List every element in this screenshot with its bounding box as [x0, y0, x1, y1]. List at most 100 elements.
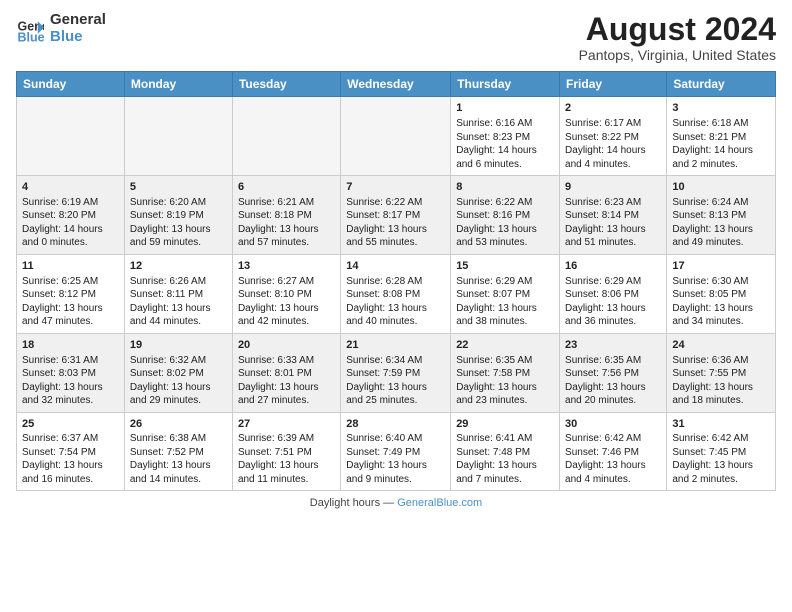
calendar-cell: 18Sunrise: 6:31 AMSunset: 8:03 PMDayligh… — [17, 333, 125, 412]
daylight-minutes-text: and 36 minutes. — [565, 315, 661, 329]
calendar-cell: 31Sunrise: 6:42 AMSunset: 7:45 PMDayligh… — [667, 412, 776, 491]
sunset-text: Sunset: 8:01 PM — [238, 367, 335, 381]
logo-blue: Blue — [50, 29, 106, 46]
calendar-cell: 28Sunrise: 6:40 AMSunset: 7:49 PMDayligh… — [341, 412, 451, 491]
sunset-text: Sunset: 8:12 PM — [22, 288, 119, 302]
calendar-week-row: 18Sunrise: 6:31 AMSunset: 8:03 PMDayligh… — [17, 333, 776, 412]
col-header-saturday: Saturday — [667, 72, 776, 97]
daylight-text: Daylight: 13 hours — [238, 381, 335, 395]
daylight-minutes-text: and 53 minutes. — [456, 236, 554, 250]
daylight-text: Daylight: 14 hours — [456, 144, 554, 158]
daylight-text: Daylight: 13 hours — [346, 459, 445, 473]
day-number: 23 — [565, 338, 661, 353]
sunset-text: Sunset: 8:19 PM — [130, 209, 227, 223]
calendar-week-row: 1Sunrise: 6:16 AMSunset: 8:23 PMDaylight… — [17, 97, 776, 176]
sunrise-text: Sunrise: 6:35 AM — [565, 354, 661, 368]
daylight-minutes-text: and 6 minutes. — [456, 158, 554, 172]
day-number: 11 — [22, 259, 119, 274]
sunset-text: Sunset: 8:07 PM — [456, 288, 554, 302]
logo-icon: General Blue — [16, 15, 44, 43]
daylight-text: Daylight: 13 hours — [238, 302, 335, 316]
day-number: 8 — [456, 180, 554, 195]
daylight-text: Daylight: 13 hours — [346, 223, 445, 237]
header: General Blue General Blue August 2024 Pa… — [16, 12, 776, 63]
sunset-text: Sunset: 8:02 PM — [130, 367, 227, 381]
daylight-text: Daylight: 13 hours — [456, 302, 554, 316]
day-number: 25 — [22, 417, 119, 432]
sunrise-text: Sunrise: 6:21 AM — [238, 196, 335, 210]
footer-link[interactable]: GeneralBlue.com — [397, 497, 482, 509]
daylight-text: Daylight: 13 hours — [130, 459, 227, 473]
footer: Daylight hours — GeneralBlue.com — [16, 497, 776, 509]
calendar-cell: 12Sunrise: 6:26 AMSunset: 8:11 PMDayligh… — [124, 254, 232, 333]
daylight-text: Daylight: 13 hours — [565, 459, 661, 473]
col-header-friday: Friday — [560, 72, 667, 97]
logo-general: General — [50, 12, 106, 29]
day-number: 15 — [456, 259, 554, 274]
daylight-text: Daylight: 14 hours — [22, 223, 119, 237]
sunrise-text: Sunrise: 6:16 AM — [456, 117, 554, 131]
sunrise-text: Sunrise: 6:39 AM — [238, 432, 335, 446]
day-number: 12 — [130, 259, 227, 274]
daylight-text: Daylight: 13 hours — [238, 459, 335, 473]
sunset-text: Sunset: 7:48 PM — [456, 446, 554, 460]
daylight-text: Daylight: 13 hours — [130, 223, 227, 237]
daylight-text: Daylight: 13 hours — [22, 302, 119, 316]
daylight-minutes-text: and 20 minutes. — [565, 394, 661, 408]
day-number: 28 — [346, 417, 445, 432]
daylight-minutes-text: and 32 minutes. — [22, 394, 119, 408]
sunrise-text: Sunrise: 6:22 AM — [456, 196, 554, 210]
daylight-minutes-text: and 42 minutes. — [238, 315, 335, 329]
daylight-minutes-text: and 51 minutes. — [565, 236, 661, 250]
day-number: 14 — [346, 259, 445, 274]
sunrise-text: Sunrise: 6:26 AM — [130, 275, 227, 289]
footer-text: Daylight hours — [310, 497, 380, 509]
calendar-cell: 10Sunrise: 6:24 AMSunset: 8:13 PMDayligh… — [667, 176, 776, 255]
calendar-cell: 5Sunrise: 6:20 AMSunset: 8:19 PMDaylight… — [124, 176, 232, 255]
daylight-minutes-text: and 4 minutes. — [565, 158, 661, 172]
sunrise-text: Sunrise: 6:27 AM — [238, 275, 335, 289]
day-number: 30 — [565, 417, 661, 432]
sunset-text: Sunset: 8:20 PM — [22, 209, 119, 223]
calendar-cell: 24Sunrise: 6:36 AMSunset: 7:55 PMDayligh… — [667, 333, 776, 412]
sunset-text: Sunset: 8:13 PM — [672, 209, 770, 223]
sunset-text: Sunset: 7:52 PM — [130, 446, 227, 460]
daylight-text: Daylight: 13 hours — [456, 381, 554, 395]
sunset-text: Sunset: 7:49 PM — [346, 446, 445, 460]
page-container: General Blue General Blue August 2024 Pa… — [0, 0, 792, 517]
calendar-cell: 2Sunrise: 6:17 AMSunset: 8:22 PMDaylight… — [560, 97, 667, 176]
calendar-cell — [124, 97, 232, 176]
daylight-minutes-text: and 18 minutes. — [672, 394, 770, 408]
daylight-minutes-text: and 4 minutes. — [565, 473, 661, 487]
day-number: 16 — [565, 259, 661, 274]
calendar-cell: 16Sunrise: 6:29 AMSunset: 8:06 PMDayligh… — [560, 254, 667, 333]
calendar-week-row: 25Sunrise: 6:37 AMSunset: 7:54 PMDayligh… — [17, 412, 776, 491]
sunset-text: Sunset: 8:16 PM — [456, 209, 554, 223]
daylight-minutes-text: and 2 minutes. — [672, 473, 770, 487]
page-title: August 2024 — [579, 12, 776, 47]
svg-text:Blue: Blue — [18, 30, 44, 43]
daylight-text: Daylight: 14 hours — [565, 144, 661, 158]
daylight-minutes-text: and 47 minutes. — [22, 315, 119, 329]
calendar-cell: 30Sunrise: 6:42 AMSunset: 7:46 PMDayligh… — [560, 412, 667, 491]
title-block: August 2024 Pantops, Virginia, United St… — [579, 12, 776, 63]
daylight-text: Daylight: 13 hours — [22, 459, 119, 473]
col-header-wednesday: Wednesday — [341, 72, 451, 97]
sunset-text: Sunset: 7:55 PM — [672, 367, 770, 381]
calendar-cell: 6Sunrise: 6:21 AMSunset: 8:18 PMDaylight… — [232, 176, 340, 255]
daylight-text: Daylight: 13 hours — [672, 223, 770, 237]
day-number: 24 — [672, 338, 770, 353]
day-number: 19 — [130, 338, 227, 353]
logo: General Blue General Blue — [16, 12, 106, 45]
sunrise-text: Sunrise: 6:20 AM — [130, 196, 227, 210]
daylight-minutes-text: and 44 minutes. — [130, 315, 227, 329]
daylight-minutes-text: and 27 minutes. — [238, 394, 335, 408]
sunset-text: Sunset: 8:22 PM — [565, 131, 661, 145]
sunset-text: Sunset: 8:17 PM — [346, 209, 445, 223]
daylight-text: Daylight: 13 hours — [672, 302, 770, 316]
daylight-minutes-text: and 9 minutes. — [346, 473, 445, 487]
calendar-cell: 15Sunrise: 6:29 AMSunset: 8:07 PMDayligh… — [451, 254, 560, 333]
daylight-minutes-text: and 57 minutes. — [238, 236, 335, 250]
sunset-text: Sunset: 8:23 PM — [456, 131, 554, 145]
daylight-minutes-text: and 11 minutes. — [238, 473, 335, 487]
